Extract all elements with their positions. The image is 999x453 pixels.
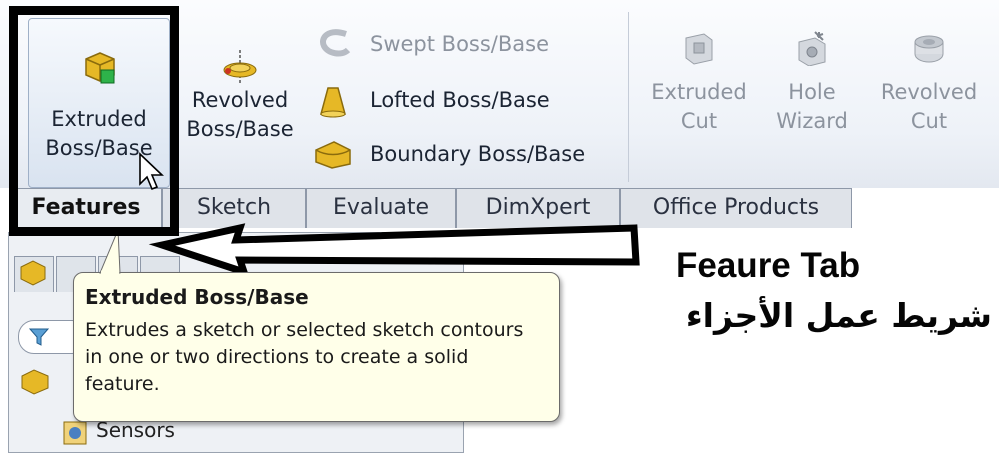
callout-english: Feaure Tab [676, 246, 861, 285]
highlight-box [9, 6, 179, 236]
callout-arabic: شريط عمل الأجزاء [685, 296, 992, 335]
mouse-cursor-icon [138, 152, 164, 196]
